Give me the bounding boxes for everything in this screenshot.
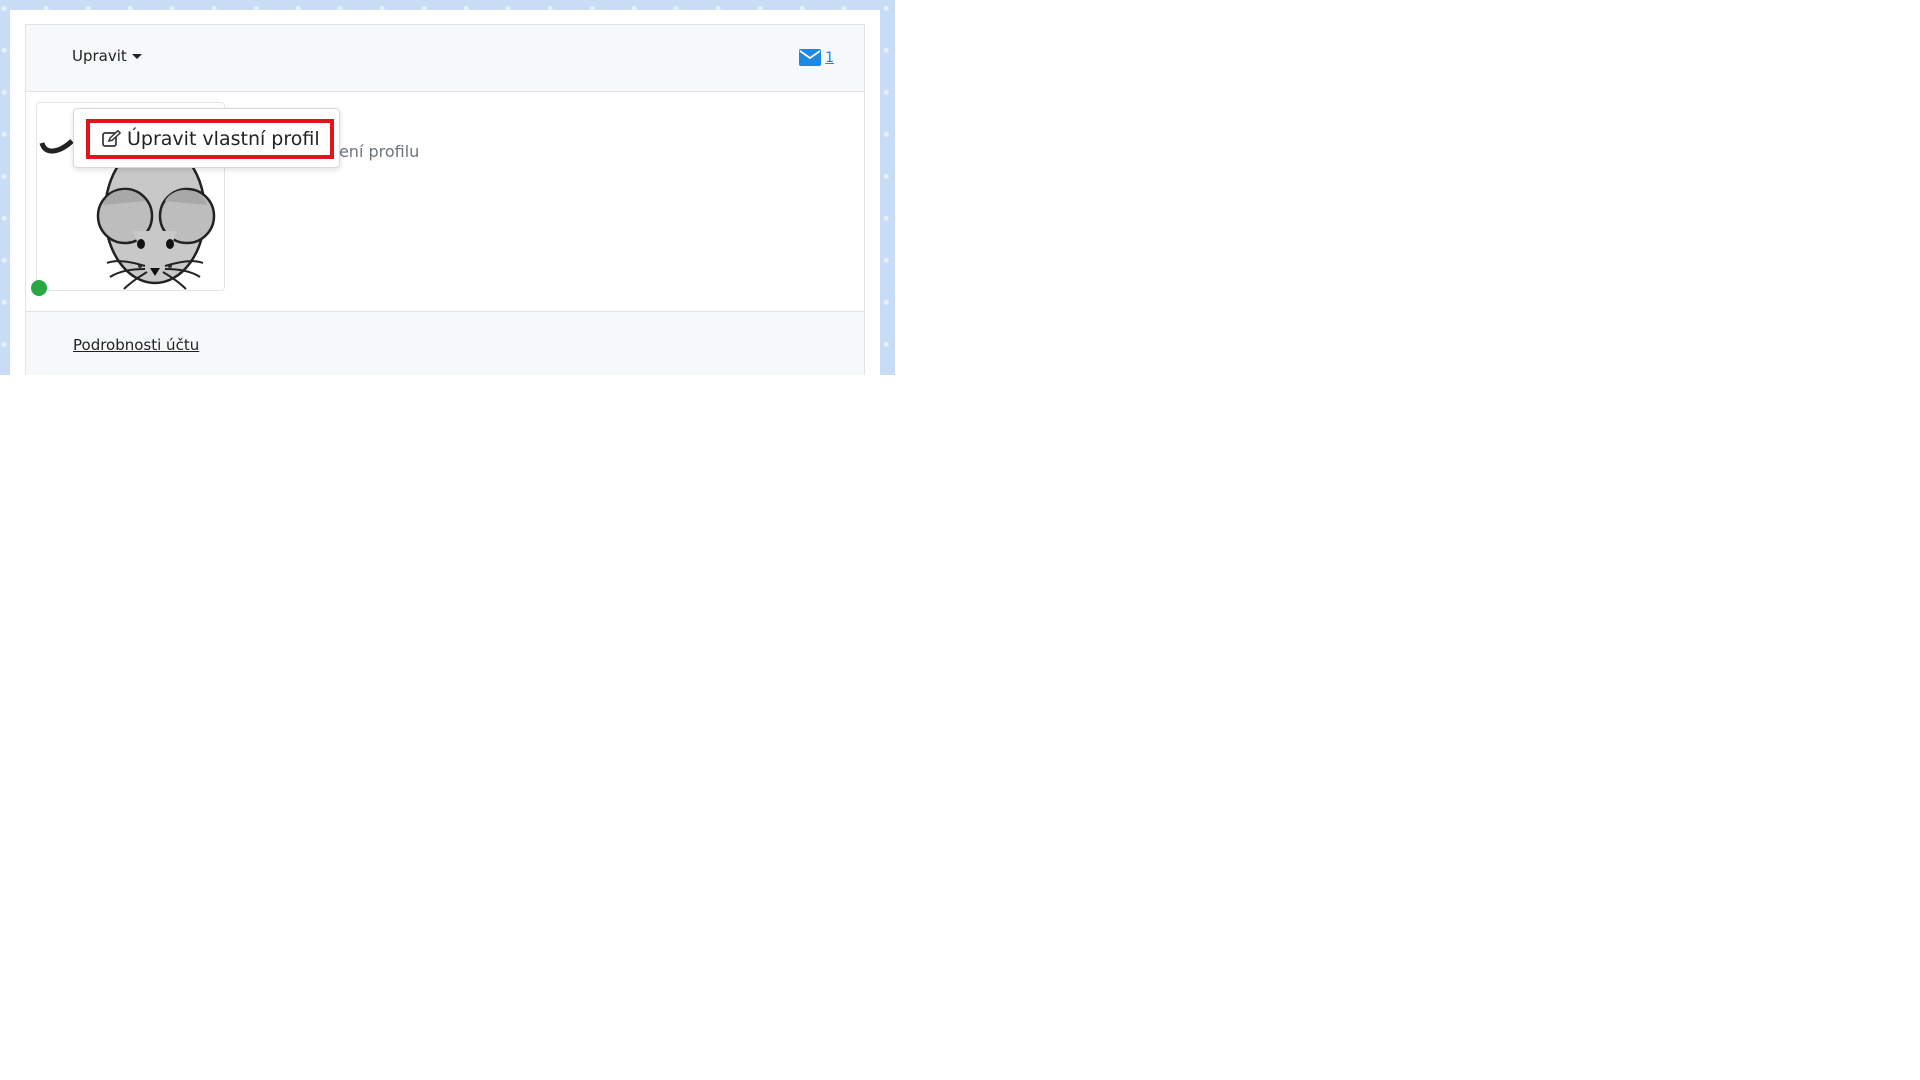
online-status-dot: [31, 280, 47, 296]
caret-down-icon: [131, 53, 142, 59]
content-panel: Upravit 1 0 Zobrazení profilu Podrobnost…: [10, 10, 880, 375]
edit-dropdown-toggle[interactable]: Upravit: [72, 47, 142, 65]
card-footer: Podrobnosti účtu: [26, 311, 864, 375]
message-count: 1: [825, 49, 834, 66]
edit-profile-menu-item[interactable]: Úpravit vlastní profil: [86, 119, 334, 159]
edit-dropdown-menu: Úpravit vlastní profil: [73, 108, 340, 168]
envelope-icon: [799, 49, 822, 66]
edit-profile-label: Úpravit vlastní profil: [127, 128, 320, 150]
messages-link[interactable]: 1: [799, 49, 834, 66]
account-details-link[interactable]: Podrobnosti účtu: [73, 336, 199, 354]
page-background: Upravit 1 0 Zobrazení profilu Podrobnost…: [0, 0, 895, 375]
edit-dropdown-label: Upravit: [72, 47, 127, 65]
edit-icon: [102, 130, 121, 147]
card-header: Upravit 1: [26, 25, 864, 92]
profile-card: Upravit 1 0 Zobrazení profilu Podrobnost…: [25, 24, 865, 375]
